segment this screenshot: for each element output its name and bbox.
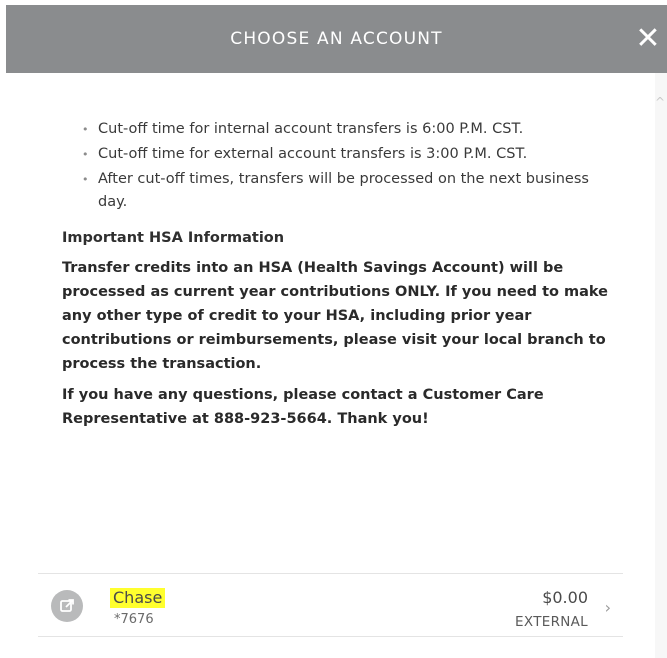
list-item: • Cut-off time for external account tran… xyxy=(80,143,622,166)
modal-content: • Cut-off time for internal account tran… xyxy=(62,118,622,431)
choose-account-modal: CHOOSE AN ACCOUNT ✕ ^ • Cut-off time for… xyxy=(0,0,667,658)
cutoff-item-text: Cut-off time for internal account transf… xyxy=(98,121,524,137)
chevron-right-icon: › xyxy=(604,598,611,617)
divider xyxy=(38,636,623,637)
cutoff-item-text: After cut-off times, transfers will be p… xyxy=(98,171,589,210)
modal-header: CHOOSE AN ACCOUNT ✕ xyxy=(6,5,667,73)
bullet-icon: • xyxy=(82,148,89,161)
bullet-icon: • xyxy=(82,173,89,186)
scroll-up-arrow-icon[interactable]: ^ xyxy=(655,96,665,108)
external-link-icon xyxy=(60,599,74,612)
account-type-badge: EXTERNAL xyxy=(515,614,588,630)
hsa-notice: Transfer credits into an HSA (Health Sav… xyxy=(62,260,609,372)
scrollbar[interactable] xyxy=(655,73,667,658)
hsa-heading: Important HSA Information xyxy=(62,230,285,246)
list-item: • Cut-off time for internal account tran… xyxy=(80,118,622,141)
cutoff-item-text: Cut-off time for external account transf… xyxy=(98,146,528,162)
account-balance: $0.00 xyxy=(542,588,588,607)
modal-title: CHOOSE AN ACCOUNT xyxy=(230,29,443,49)
close-button[interactable]: ✕ xyxy=(634,23,662,55)
contact-notice: If you have any questions, please contac… xyxy=(62,387,544,427)
account-icon xyxy=(51,590,83,622)
bullet-icon: • xyxy=(82,123,89,136)
account-name: Chase xyxy=(110,588,166,608)
cutoff-list: • Cut-off time for internal account tran… xyxy=(80,118,622,214)
account-number: *7676 xyxy=(114,612,154,627)
list-item: • After cut-off times, transfers will be… xyxy=(80,168,622,214)
account-row-chase[interactable]: Chase *7676 $0.00 EXTERNAL › xyxy=(38,574,623,636)
